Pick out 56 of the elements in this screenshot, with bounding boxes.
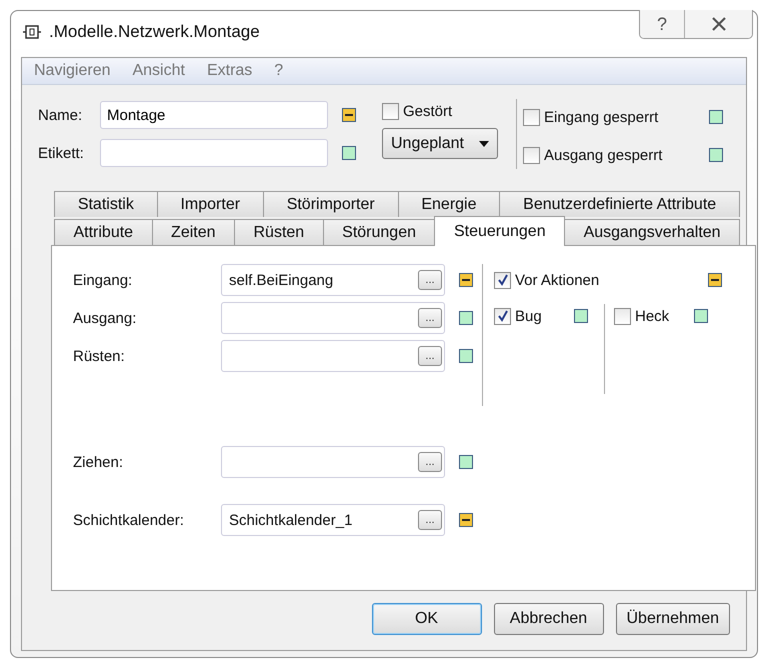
menu-item[interactable]: ? [274,62,284,80]
checkbox[interactable] [494,272,511,288]
tab[interactable]: Benutzerdefinierte Attribute [499,191,740,217]
tab[interactable]: Zeiten [152,219,235,245]
dialog-button[interactable]: OK [372,603,482,635]
menu-item[interactable]: Extras [206,62,252,80]
browse-button[interactable]: ... [418,346,442,366]
checkbox-label: Heck [635,308,670,324]
tab[interactable]: Steuerungen [434,216,566,246]
text-field[interactable]: Montage [100,101,328,129]
field-label: Rüsten: [73,348,126,364]
window-title: .Modelle.Netzwerk.Montage [49,22,260,42]
checkbox-label: Gestört [403,103,452,120]
field-label: Eingang: [73,272,134,288]
tab[interactable]: Importer [156,191,264,217]
text-field[interactable]: ... [221,340,445,372]
browse-button[interactable]: ... [418,452,442,472]
field-label: Schichtkalender: [73,512,185,528]
component-icon [23,24,41,40]
text-field[interactable]: ... [221,446,445,478]
field-label: Name: [38,106,84,124]
checkbox[interactable] [523,146,540,164]
text-field[interactable] [100,139,328,167]
field-label: Ziehen: [73,454,124,470]
checkbox-label: Vor Aktionen [515,272,600,288]
checkbox[interactable] [614,308,631,324]
field-label: Ausgang: [73,310,138,326]
tab[interactable]: Statistik [54,191,158,217]
tab[interactable]: Ausgangsverhalten [564,219,740,245]
help-button[interactable]: ? [640,10,684,38]
dialog-button[interactable]: Übernehmen [616,603,730,635]
menu-item[interactable]: Ansicht [132,62,185,80]
tab[interactable]: Störungen [322,219,436,245]
field-label: Etikett: [38,144,85,162]
caret-icon [479,140,489,146]
close-icon [710,17,726,31]
checkbox[interactable] [494,308,511,324]
checkbox[interactable] [523,108,540,126]
text-field[interactable]: self.BeiEingang ... [221,264,445,296]
text-field[interactable]: Schichtkalender_1 ... [221,504,445,536]
checkbox-label: Bug [515,308,542,324]
tab[interactable]: Störimporter [262,191,399,217]
menu-item[interactable]: Navigieren [34,62,110,80]
browse-button[interactable]: ... [418,308,442,328]
dropdown[interactable]: Ungeplant [382,128,498,159]
tab[interactable]: Rüsten [234,219,324,245]
browse-button[interactable]: ... [418,270,442,290]
checkbox-label: Ausgang gesperrt [544,146,662,164]
browse-button[interactable]: ... [418,510,442,530]
dialog-button[interactable]: Abbrechen [494,603,604,635]
checkbox[interactable] [382,103,399,120]
tab[interactable]: Energie [398,191,500,217]
tab[interactable]: Attribute [54,219,153,245]
close-button[interactable] [684,10,752,38]
text-field[interactable]: ... [221,302,445,334]
checkbox-label: Eingang gesperrt [544,108,658,126]
